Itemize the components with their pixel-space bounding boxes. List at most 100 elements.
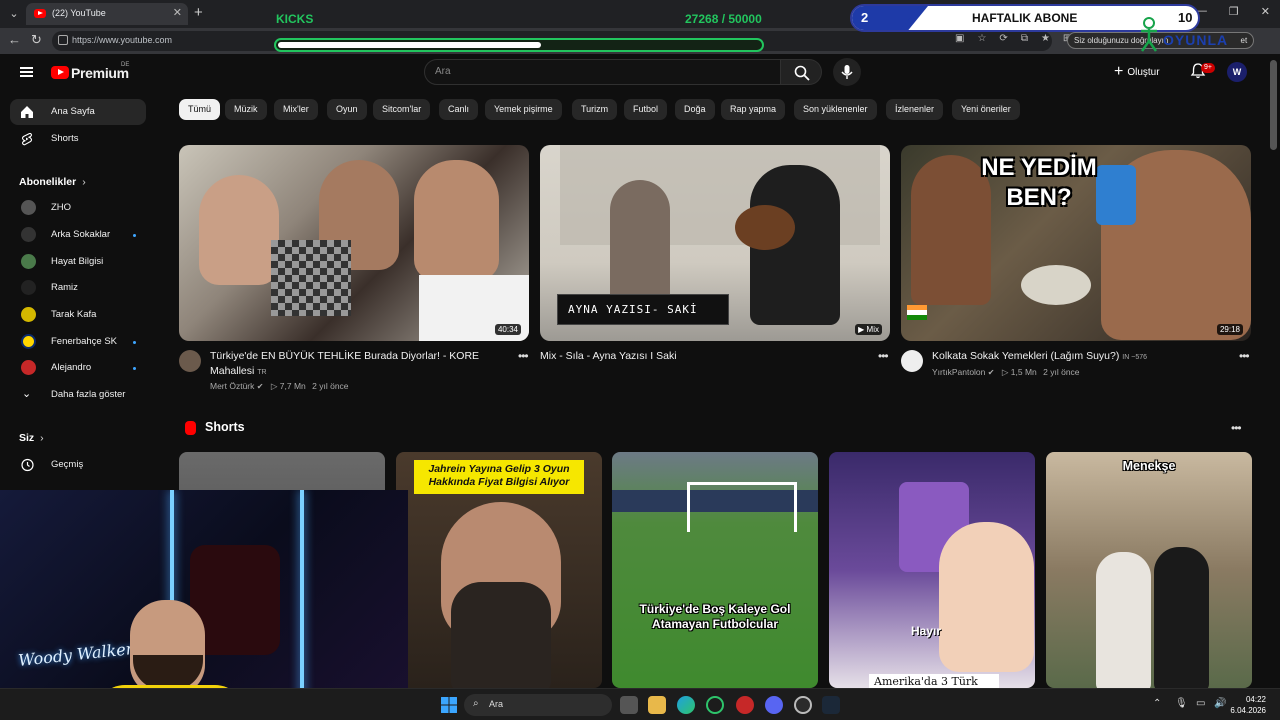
task-view-icon[interactable]: [620, 696, 638, 714]
filter-chip[interactable]: Canlı: [439, 99, 479, 120]
tab-search-icon[interactable]: ⌄: [4, 4, 24, 24]
network-icon[interactable]: ▭: [1196, 698, 1205, 709]
window-close-icon[interactable]: ✕: [1261, 5, 1270, 18]
search-box: [424, 59, 781, 85]
app-icon[interactable]: [706, 696, 724, 714]
back-arrow-icon[interactable]: ←: [8, 32, 21, 47]
short-card[interactable]: Jahrein Yayına Gelip 3 Oyun Hakkında Fiy…: [396, 452, 602, 688]
edge-browser-icon[interactable]: [677, 696, 695, 714]
app-icon[interactable]: [794, 696, 812, 714]
video-thumbnail[interactable]: AYNA YAZISI- SAKİ ▶ Mix: [540, 145, 890, 341]
channel-avatar: [21, 307, 36, 322]
filter-chip[interactable]: Mix'ler: [274, 99, 318, 120]
filter-chip[interactable]: Oyun: [327, 99, 367, 120]
goal-frame: [687, 482, 797, 532]
filter-chip[interactable]: Sitcom'lar: [373, 99, 431, 120]
sidebar-item-shorts[interactable]: Shorts: [10, 126, 146, 152]
filter-chip[interactable]: Turizm: [572, 99, 618, 120]
short-card[interactable]: Türkiye'de Boş Kaleye Gol Atamayan Futbo…: [612, 452, 818, 688]
short-card[interactable]: Hayır Amerika'da 3 Türk: [829, 452, 1035, 688]
short-card[interactable]: Menekşe: [1046, 452, 1252, 688]
india-flag-icon: [907, 305, 927, 320]
browser-tab-youtube[interactable]: (22) YouTube ✕: [26, 3, 188, 25]
filter-chip[interactable]: Doğa: [675, 99, 715, 120]
system-clock[interactable]: 04:22 6.04.2026: [1230, 694, 1266, 716]
search-input[interactable]: [435, 66, 735, 77]
more-options-icon[interactable]: •••: [878, 349, 889, 363]
more-options-icon[interactable]: •••: [518, 349, 529, 363]
reload-icon[interactable]: ↻: [31, 32, 42, 48]
you-heading[interactable]: Siz ›: [19, 432, 44, 444]
sidebar-item-subscription[interactable]: Fenerbahçe SK: [10, 329, 146, 355]
show-hidden-icons-icon[interactable]: ⌃: [1153, 698, 1161, 709]
channel-avatar[interactable]: [179, 350, 201, 372]
sidebar-item-subscription[interactable]: Arka Sokaklar: [10, 222, 146, 248]
video-title[interactable]: Mix - Sıla - Ayna Yazısı I Saki: [540, 349, 677, 364]
refresh-ext-icon[interactable]: ⟳: [999, 33, 1007, 44]
verified-icon: ✔: [987, 368, 995, 377]
channel-avatar[interactable]: [901, 350, 923, 372]
screen: ⌄ (22) YouTube ✕ + — ❐ ✕ ← ↻ https://www…: [0, 0, 1280, 720]
site-info-icon[interactable]: [58, 35, 68, 45]
youtube-logo-icon[interactable]: [51, 66, 69, 79]
filter-chip[interactable]: Yemek pişirme: [485, 99, 562, 120]
restore-icon[interactable]: ❐: [1229, 5, 1239, 18]
close-tab-icon[interactable]: ✕: [173, 6, 182, 19]
app-icon[interactable]: [736, 696, 754, 714]
menu-icon[interactable]: [20, 67, 33, 77]
create-button[interactable]: + Oluştur: [1114, 62, 1160, 82]
search-button[interactable]: [781, 59, 822, 85]
filter-chip[interactable]: Son yüklenenler: [794, 99, 877, 120]
file-explorer-icon[interactable]: [648, 696, 666, 714]
search-icon: [794, 65, 810, 81]
sidebar-item-label: Tarak Kafa: [51, 309, 97, 320]
new-tab-icon[interactable]: +: [194, 4, 203, 21]
page-scrollbar[interactable]: [1270, 60, 1277, 150]
account-avatar[interactable]: W: [1227, 62, 1247, 82]
split-screen-icon[interactable]: ⧉: [1021, 33, 1028, 44]
sidebar-item-history[interactable]: Geçmiş: [10, 452, 146, 478]
filter-chip[interactable]: Müzik: [225, 99, 267, 120]
favorites-icon[interactable]: ★: [1041, 33, 1050, 44]
filter-chip[interactable]: Tümü: [179, 99, 221, 120]
video-title[interactable]: Kolkata Sokak Yemekleri (Lağım Suyu?) IN…: [932, 349, 1147, 365]
clock-date: 6.04.2026: [1230, 706, 1266, 715]
history-icon: [21, 458, 34, 472]
new-content-dot: [133, 234, 136, 237]
taskbar-search[interactable]: ⌕ Ara: [464, 694, 612, 716]
bookmark-star-icon[interactable]: ☆: [977, 33, 986, 44]
filter-chip[interactable]: Rap yapma: [721, 99, 786, 120]
channel-name[interactable]: YırtıkPantolon: [932, 367, 985, 377]
sidebar-show-more[interactable]: ⌄ Daha fazla göster: [10, 382, 146, 408]
filter-chip[interactable]: İzlenenler: [886, 99, 944, 120]
video-thumbnail[interactable]: 40:34: [179, 145, 529, 341]
subscriptions-heading[interactable]: Abonelikler ›: [19, 176, 86, 188]
sidebar-item-subscription[interactable]: Ramiz: [10, 275, 146, 301]
more-options-icon[interactable]: •••: [1239, 349, 1250, 363]
sidebar-item-subscription[interactable]: ZHO: [10, 195, 146, 221]
microphone-icon[interactable]: 🎙: [1175, 698, 1188, 709]
more-options-icon[interactable]: •••: [1231, 421, 1242, 435]
volume-icon[interactable]: 🔊: [1214, 698, 1226, 709]
extension-icon[interactable]: ▣: [955, 33, 964, 44]
windows-start-icon[interactable]: [440, 696, 458, 714]
video-title-text: Kolkata Sokak Yemekleri (Lağım Suyu?): [932, 350, 1120, 362]
video-title[interactable]: Türkiye'de EN BÜYÜK TEHLİKE Burada Diyor…: [210, 349, 510, 380]
subscriptions-heading-label: Abonelikler: [19, 176, 77, 188]
sidebar-item-subscription[interactable]: Hayat Bilgisi: [10, 249, 146, 275]
sidebar-item-label: Ramiz: [51, 282, 78, 293]
sidebar-item-home[interactable]: Ana Sayfa: [10, 99, 146, 125]
sidebar-item-subscription[interactable]: Tarak Kafa: [10, 302, 146, 328]
stream-logo-figure-icon: [1140, 17, 1158, 52]
views-icon: ▷: [1001, 367, 1009, 377]
chevron-down-icon: ⌄: [22, 388, 32, 400]
sidebar-item-subscription[interactable]: Alejandro: [10, 355, 146, 381]
filter-chip[interactable]: Futbol: [624, 99, 668, 120]
sidebar-item-label: Shorts: [51, 133, 79, 144]
steam-icon[interactable]: [822, 696, 840, 714]
voice-search-button[interactable]: [833, 58, 861, 86]
filter-chip[interactable]: Yeni öneriler: [952, 99, 1020, 120]
video-thumbnail[interactable]: NE YEDİM BEN? 29:18: [901, 145, 1251, 341]
channel-name[interactable]: Mert Öztürk: [210, 381, 254, 391]
discord-icon[interactable]: [765, 696, 783, 714]
